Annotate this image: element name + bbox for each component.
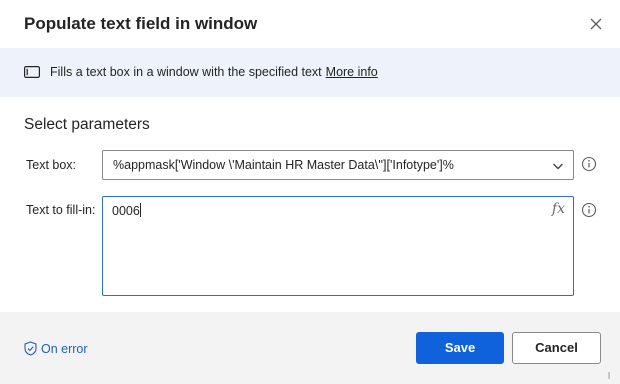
chevron-down-icon [553,163,563,170]
close-button[interactable] [584,12,608,36]
section-title: Select parameters [24,116,150,133]
dialog-header: Populate text field in window [0,0,620,48]
cancel-button[interactable]: Cancel [512,332,601,364]
text-box-select[interactable]: %appmask['Window \'Maintain HR Master Da… [102,150,574,180]
window-icon [24,66,40,78]
text-to-fill-label: Text to fill-in: [26,203,96,217]
info-banner: Fills a text box in a window with the sp… [0,48,620,97]
text-to-fill-input[interactable]: 0006 fx [102,196,574,296]
text-caret [139,203,141,217]
dialog-footer: On error Save Cancel [0,312,620,384]
text-box-value: %appmask['Window \'Maintain HR Master Da… [113,158,454,172]
populate-text-field-dialog: Populate text field in window Fills a te… [0,0,620,384]
text-box-label: Text box: [26,158,77,172]
on-error-button[interactable]: On error [24,341,88,356]
on-error-label: On error [41,342,88,356]
banner-text: Fills a text box in a window with the sp… [50,65,378,79]
info-icon[interactable] [581,156,597,172]
dialog-title: Populate text field in window [24,14,258,33]
text-to-fill-value: 0006 [112,203,141,218]
close-icon [590,18,602,30]
shield-check-icon [24,341,37,356]
fx-button[interactable]: fx [552,201,565,217]
info-icon[interactable] [581,202,597,218]
more-info-link[interactable]: More info [326,65,378,79]
banner-description: Fills a text box in a window with the sp… [50,65,322,79]
save-button[interactable]: Save [416,332,504,364]
resize-grip-icon[interactable] [606,370,616,380]
